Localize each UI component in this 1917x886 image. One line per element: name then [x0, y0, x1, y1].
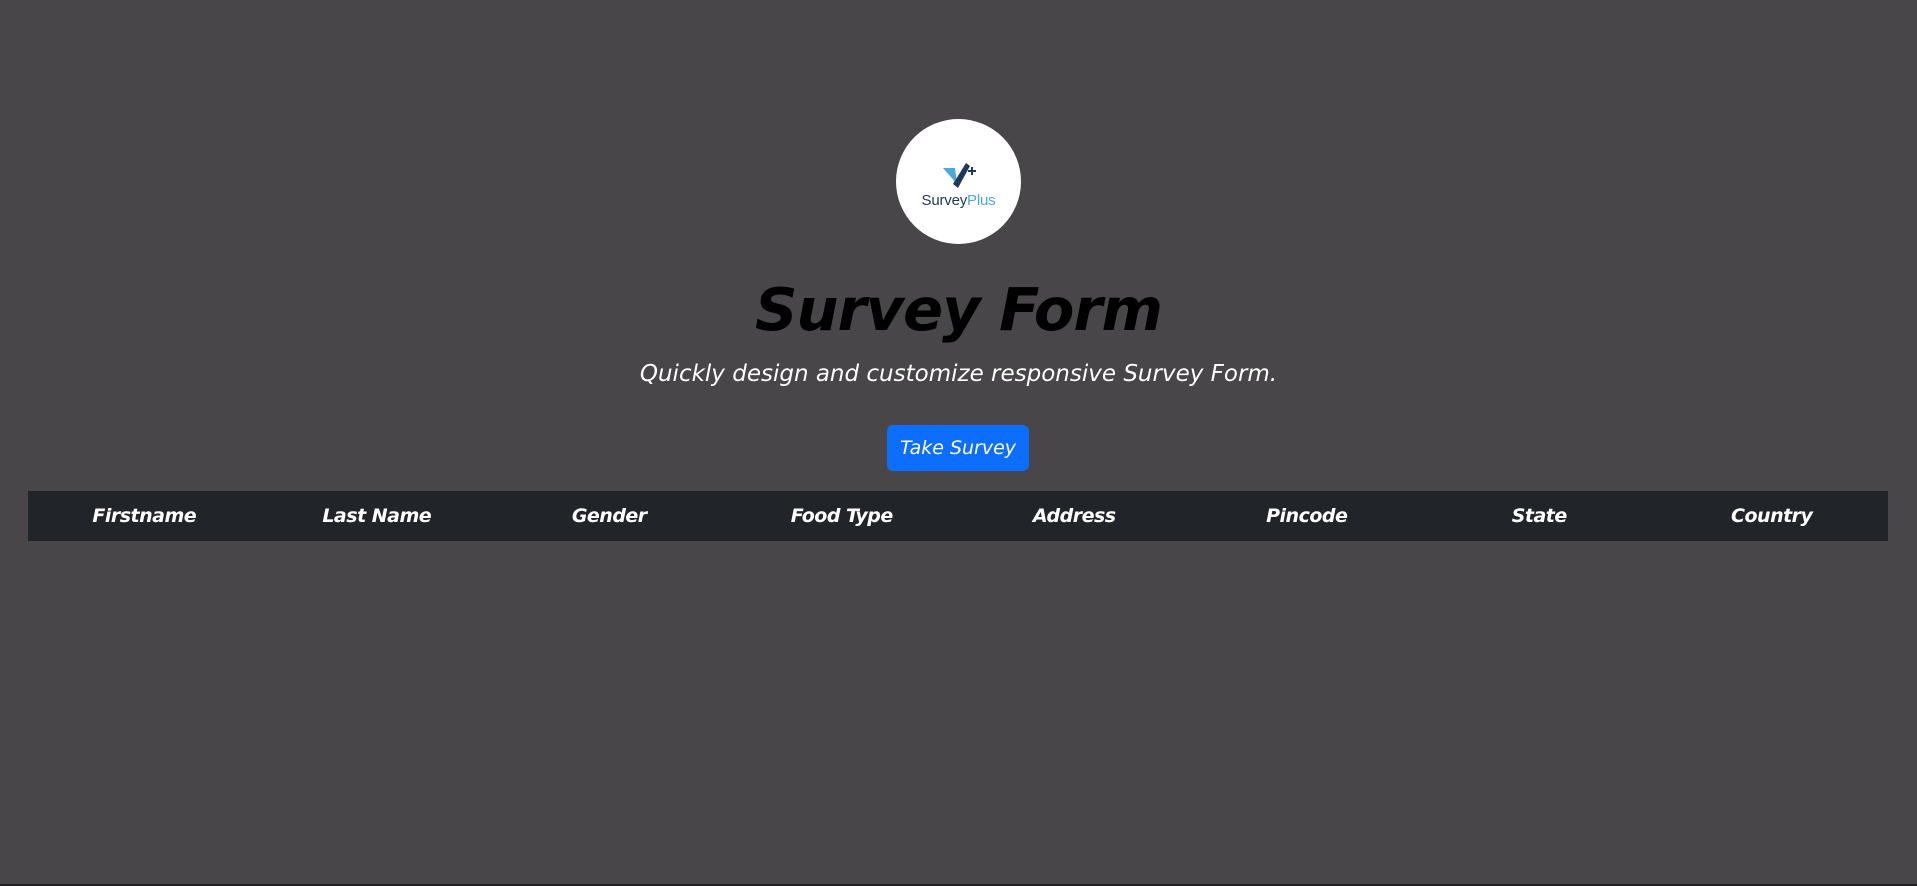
logo-wordmark: SurveyPlus	[922, 192, 996, 210]
column-header-country: Country	[1655, 491, 1888, 541]
page-subtitle: Quickly design and customize responsive …	[639, 361, 1278, 387]
table-header: Firstname Last Name Gender Food Type Add…	[28, 491, 1888, 541]
results-table: Firstname Last Name Gender Food Type Add…	[28, 491, 1888, 541]
column-header-food-type: Food Type	[725, 491, 958, 541]
column-header-pincode: Pincode	[1190, 491, 1423, 541]
logo-text-plus: Plus	[967, 191, 996, 209]
survey-plus-logo: SurveyPlus	[896, 119, 1021, 244]
column-header-last-name: Last Name	[260, 491, 493, 541]
table-header-row: Firstname Last Name Gender Food Type Add…	[28, 491, 1888, 541]
column-header-address: Address	[958, 491, 1191, 541]
survey-results-table: Firstname Last Name Gender Food Type Add…	[28, 491, 1888, 541]
page-title: Survey Form	[755, 275, 1163, 344]
column-header-gender: Gender	[493, 491, 726, 541]
checkmark-plus-icon	[942, 162, 976, 188]
logo-text-survey: Survey	[921, 191, 968, 209]
column-header-state: State	[1423, 491, 1656, 541]
take-survey-button[interactable]: Take Survey	[887, 425, 1029, 471]
column-header-firstname: Firstname	[28, 491, 261, 541]
